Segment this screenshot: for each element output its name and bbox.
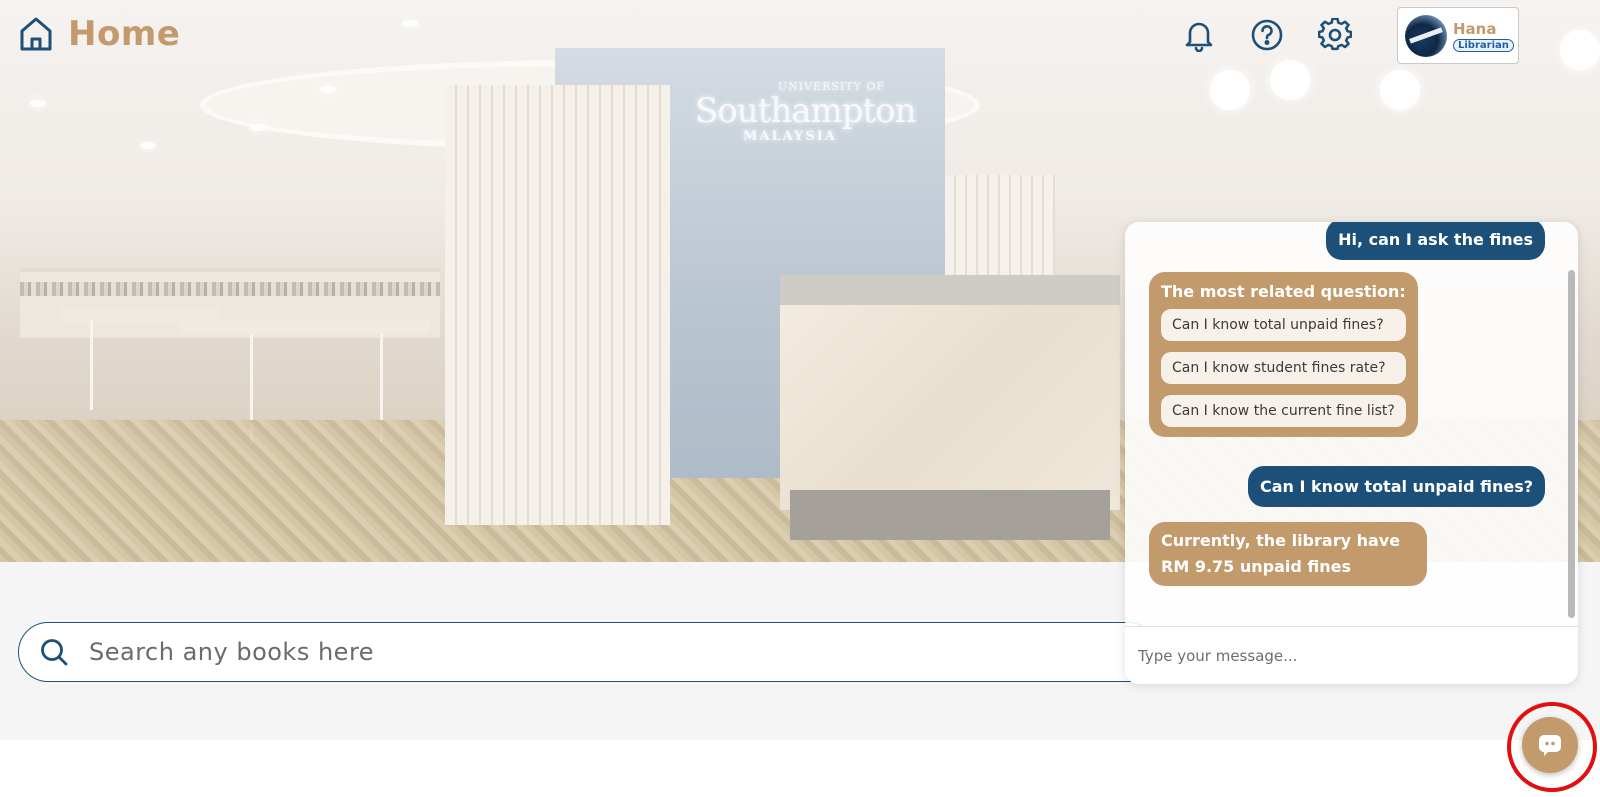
suggested-question[interactable]: Can I know student fines rate?	[1161, 352, 1406, 384]
bot-message: Currently, the library have RM 9.75 unpa…	[1149, 522, 1427, 586]
bot-message: The most related question: Can I know to…	[1149, 272, 1418, 437]
avatar[interactable]	[1405, 14, 1447, 57]
help-icon[interactable]	[1250, 18, 1284, 52]
message-text: Hi, can I ask the fines	[1338, 230, 1533, 249]
search-bar[interactable]: Search any books here	[18, 622, 1158, 682]
user-profile-card[interactable]: Hana Librarian	[1397, 7, 1519, 64]
gear-icon[interactable]	[1318, 18, 1352, 52]
chatbot-panel: Hi, can I ask the fines The most related…	[1125, 222, 1578, 684]
chat-input-row	[1125, 626, 1578, 684]
search-input[interactable]: Search any books here	[89, 638, 374, 666]
role-badge: Librarian	[1453, 38, 1514, 52]
profile-name: Hana	[1453, 19, 1497, 38]
chat-launcher-button[interactable]	[1522, 717, 1578, 773]
message-text: Currently, the library have RM 9.75 unpa…	[1161, 531, 1401, 576]
user-message: Can I know total unpaid fines?	[1248, 466, 1545, 507]
message-heading: The most related question:	[1161, 282, 1406, 301]
message-text: Can I know total unpaid fines?	[1260, 477, 1533, 496]
profile-text: Hana Librarian	[1453, 20, 1514, 52]
home-icon[interactable]	[18, 15, 54, 53]
bell-icon[interactable]	[1182, 18, 1216, 52]
user-message: Hi, can I ask the fines	[1326, 222, 1545, 260]
page-title: Home	[68, 14, 181, 54]
home-link[interactable]: Home	[18, 14, 180, 54]
search-icon[interactable]	[39, 637, 69, 667]
suggested-question[interactable]: Can I know total unpaid fines?	[1161, 309, 1406, 341]
chat-bubble-icon[interactable]	[1537, 732, 1563, 758]
chat-messages[interactable]: Hi, can I ask the fines The most related…	[1125, 222, 1578, 626]
chat-message-input[interactable]	[1125, 627, 1578, 684]
chat-scrollbar[interactable]	[1568, 270, 1575, 618]
suggested-question[interactable]: Can I know the current fine list?	[1161, 395, 1406, 427]
